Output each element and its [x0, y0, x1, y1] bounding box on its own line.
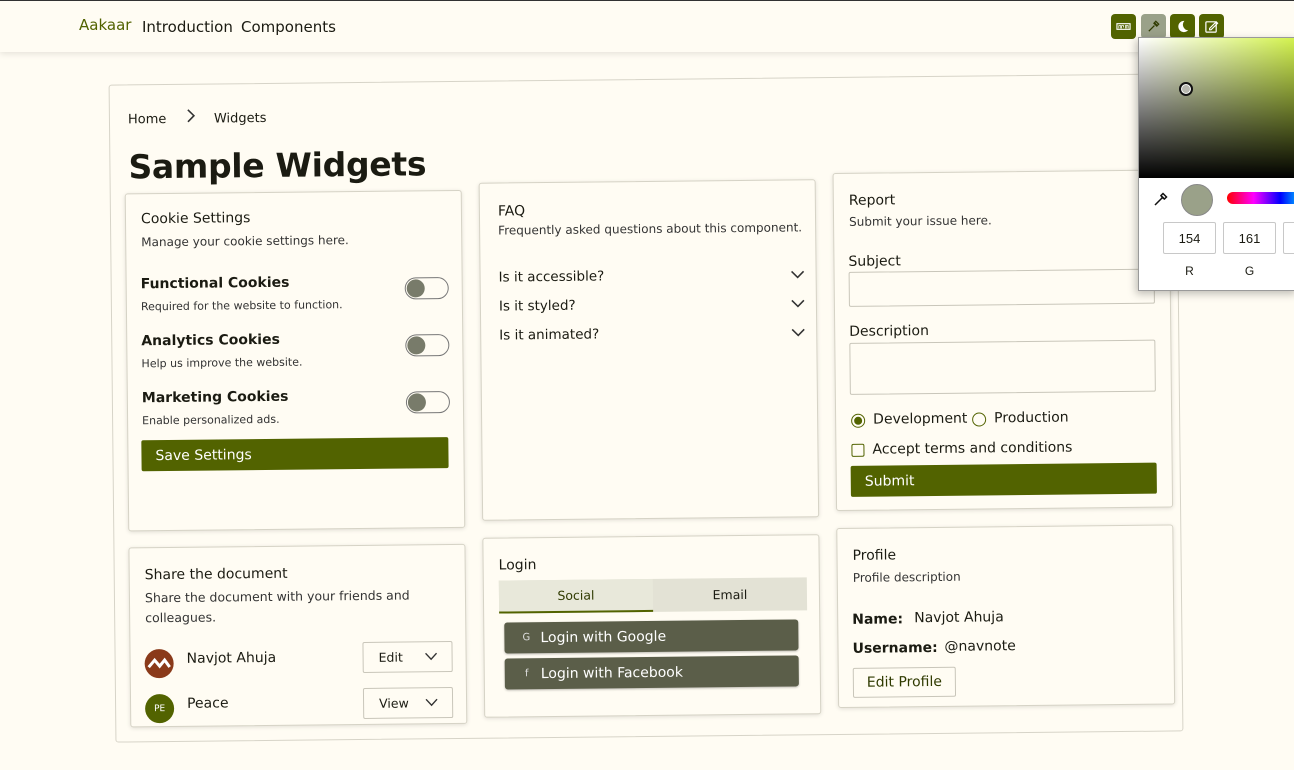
subject-label: Subject [848, 253, 901, 270]
nav-introduction[interactable]: Introduction [142, 18, 233, 36]
page-title: Sample Widgets [128, 144, 427, 187]
card-subtitle: Manage your cookie settings here. [141, 233, 349, 250]
blue-input[interactable] [1283, 222, 1294, 254]
development-label[interactable]: Development [873, 411, 967, 428]
username-key: Username: [852, 639, 938, 657]
red-input[interactable]: 154 [1163, 222, 1216, 254]
card-title: Report [848, 192, 896, 209]
submit-button[interactable]: Submit [850, 462, 1157, 497]
edit-icon[interactable] [1199, 14, 1224, 39]
green-input[interactable]: 161 [1223, 222, 1276, 254]
name-value: Navjot Ahuja [914, 609, 1004, 627]
facebook-icon: f [524, 667, 529, 679]
name-key: Name: [852, 611, 904, 628]
cookie-title: Analytics Cookies [141, 331, 280, 350]
toggle-knob [407, 393, 427, 412]
production-radio[interactable] [972, 412, 987, 427]
cookie-desc: Enable personalized ads. [142, 412, 280, 428]
chevron-right-icon [187, 109, 196, 123]
report-card: Report Submit your issue here. Subject D… [832, 169, 1174, 512]
green-label: G [1244, 264, 1255, 278]
permission-value: View [378, 695, 409, 711]
terms-label[interactable]: Accept terms and conditions [872, 440, 1072, 458]
toggle-knob [407, 336, 426, 355]
development-radio[interactable] [851, 413, 866, 428]
person-name: Peace [186, 695, 229, 712]
marketing-cookies-toggle[interactable] [405, 391, 451, 414]
top-navbar: Aakaar Introduction Components [0, 1, 1294, 52]
chevron-down-icon [425, 698, 438, 707]
logo[interactable]: Aakaar [79, 16, 131, 34]
red-label: R [1185, 264, 1194, 278]
card-subtitle: Submit your issue here. [848, 213, 992, 229]
subject-input[interactable] [848, 268, 1155, 307]
faq-question[interactable]: Is it styled? [499, 298, 576, 315]
profile-card: Profile Profile description Name: Navjot… [836, 524, 1176, 709]
card-title: Share the document [144, 565, 288, 584]
save-settings-button[interactable]: Save Settings [141, 437, 449, 472]
login-facebook-button[interactable]: f Login with Facebook [504, 655, 799, 690]
card-subtitle: Profile description [852, 569, 961, 585]
cookie-desc: Required for the website to function. [140, 298, 343, 314]
color-picker-popover: 154 161 R G [1138, 37, 1294, 291]
username-value: @navnote [944, 638, 1016, 655]
faq-question[interactable]: Is it animated? [499, 326, 599, 343]
saturation-area[interactable] [1139, 38, 1294, 178]
card-title: Cookie Settings [140, 210, 251, 228]
tab-email[interactable]: Email [653, 577, 807, 612]
google-icon: G [522, 631, 531, 643]
widgets-panel: Home Widgets Sample Widgets Cookie Setti… [108, 73, 1184, 743]
chevron-down-icon[interactable] [791, 269, 805, 279]
avatar: PE [144, 693, 175, 724]
card-subtitle: Share the document with your friends and [144, 587, 410, 606]
moon-icon[interactable] [1170, 14, 1195, 39]
breadcrumb-current: Widgets [213, 110, 267, 127]
share-document-card: Share the document Share the document wi… [128, 543, 468, 728]
avatar [144, 648, 174, 679]
current-color-swatch [1181, 184, 1213, 216]
login-tabs: Social Email [498, 577, 808, 614]
tab-social[interactable]: Social [498, 578, 654, 614]
description-textarea[interactable] [849, 339, 1156, 395]
terms-checkbox[interactable] [851, 443, 865, 457]
card-subtitle-cont: colleagues. [145, 609, 217, 626]
permission-select[interactable]: Edit [362, 641, 453, 673]
card-title: Profile [852, 547, 897, 564]
faq-card: FAQ Frequently asked questions about thi… [478, 179, 820, 521]
chevron-down-icon[interactable] [791, 327, 805, 337]
card-title: Login [498, 557, 537, 574]
eyedropper-icon[interactable] [1153, 191, 1169, 207]
functional-cookies-toggle[interactable] [404, 277, 449, 300]
saturation-handle[interactable] [1179, 82, 1193, 96]
faq-question[interactable]: Is it accessible? [499, 268, 605, 285]
card-title: FAQ [497, 203, 526, 220]
person-name: Navjot Ahuja [186, 649, 277, 667]
nav-components[interactable]: Components [241, 18, 336, 36]
production-label[interactable]: Production [994, 410, 1069, 427]
login-facebook-label: Login with Facebook [540, 664, 684, 682]
login-google-button[interactable]: G Login with Google [504, 619, 799, 654]
cookie-title: Functional Cookies [140, 274, 290, 293]
analytics-cookies-toggle[interactable] [405, 334, 450, 357]
description-label: Description [849, 323, 930, 340]
chevron-down-icon[interactable] [791, 298, 805, 308]
breadcrumb-home[interactable]: Home [128, 112, 167, 127]
permission-value: Edit [378, 649, 403, 665]
hue-slider[interactable] [1227, 192, 1294, 204]
cookie-settings-card: Cookie Settings Manage your cookie setti… [124, 189, 466, 532]
login-card: Login Social Email G Login with Google f… [482, 534, 822, 718]
cookie-desc: Help us improve the website. [141, 355, 303, 371]
toggle-knob [406, 279, 425, 298]
edit-profile-button[interactable]: Edit Profile [852, 666, 957, 698]
npm-icon[interactable] [1111, 14, 1136, 39]
cookie-title: Marketing Cookies [141, 388, 289, 407]
login-google-label: Login with Google [540, 628, 667, 646]
color-picker-icon[interactable] [1141, 14, 1166, 39]
card-subtitle: Frequently asked questions about this co… [498, 220, 803, 238]
permission-select[interactable]: View [362, 687, 454, 719]
chevron-down-icon [425, 652, 438, 661]
